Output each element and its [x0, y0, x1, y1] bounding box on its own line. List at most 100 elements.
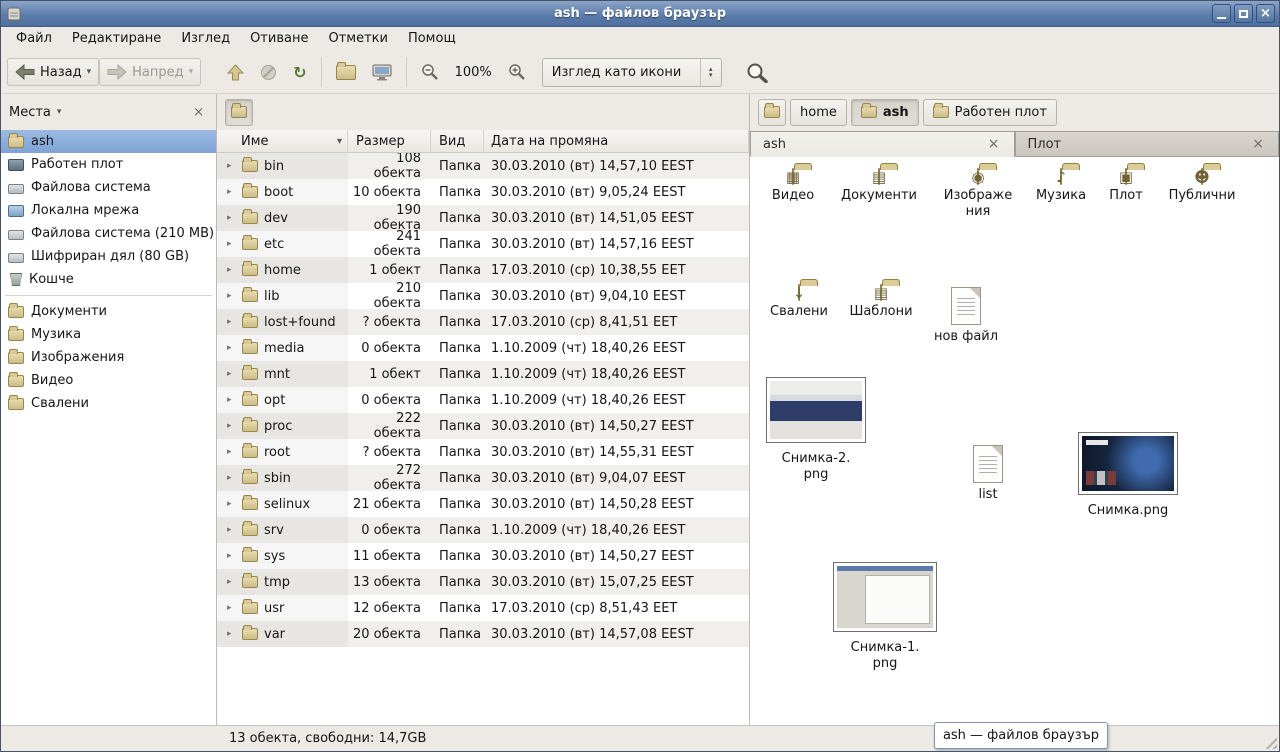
expander-icon[interactable]: [227, 499, 236, 509]
table-row[interactable]: var 20 обекта Папка 30.03.2010 (вт) 14,5…: [217, 621, 749, 647]
folder-item[interactable]: ▤ Документи: [834, 169, 924, 204]
forward-button[interactable]: Напред ▾: [99, 58, 201, 86]
expander-icon[interactable]: [227, 213, 236, 223]
image-item-snimka[interactable]: Снимка.png: [1078, 432, 1178, 519]
expander-icon[interactable]: [227, 187, 236, 197]
sidebar-bookmark-item[interactable]: Видео: [1, 369, 216, 392]
sidebar-place-item[interactable]: Работен плот: [1, 153, 216, 176]
expander-icon[interactable]: [227, 603, 236, 613]
pathbar-desktop-button[interactable]: Работен плот: [923, 99, 1057, 126]
table-row[interactable]: srv 0 обекта Папка 1.10.2009 (чт) 18,40,…: [217, 517, 749, 543]
image-item-snimka1[interactable]: Снимка-1.png: [833, 562, 937, 672]
menu-item[interactable]: Отметки: [318, 28, 397, 51]
home-button[interactable]: [328, 59, 364, 86]
tab[interactable]: Плот: [1015, 131, 1280, 157]
table-row[interactable]: sbin 272 обекта Папка 30.03.2010 (вт) 9,…: [217, 465, 749, 491]
sidebar-place-item[interactable]: Кошче: [1, 268, 216, 291]
sidebar-bookmark-item[interactable]: Документи: [1, 300, 216, 323]
icon-view-content[interactable]: ▦ Видео ▤ Документи ◉ Изображения: [750, 157, 1279, 725]
table-row[interactable]: bin 108 обекта Папка 30.03.2010 (вт) 14,…: [217, 153, 749, 179]
combo-arrows-icon[interactable]: ▴▾: [700, 59, 721, 86]
up-button[interactable]: [219, 58, 252, 87]
folder-item[interactable]: ♪ Музика: [1022, 169, 1100, 204]
stop-button[interactable]: [252, 58, 285, 87]
sidebar-bookmark-item[interactable]: Музика: [1, 323, 216, 346]
expander-icon[interactable]: [227, 317, 236, 327]
sidebar-place-item[interactable]: Файлова система: [1, 176, 216, 199]
pathbar-filesystem-button[interactable]: [758, 99, 786, 126]
table-row[interactable]: lib 210 обекта Папка 30.03.2010 (вт) 9,0…: [217, 283, 749, 309]
search-button[interactable]: [738, 56, 776, 89]
pathbar-root-button[interactable]: [225, 99, 253, 126]
table-row[interactable]: boot 10 обекта Папка 30.03.2010 (вт) 9,0…: [217, 179, 749, 205]
column-header-size[interactable]: Размер: [348, 130, 431, 153]
expander-icon[interactable]: [227, 239, 236, 249]
maximize-button[interactable]: [1234, 4, 1253, 23]
table-row[interactable]: selinux 21 обекта Папка 30.03.2010 (вт) …: [217, 491, 749, 517]
folder-item[interactable]: ▣ Плот: [1090, 169, 1162, 204]
sidebar-place-item[interactable]: Локална мрежа: [1, 199, 216, 222]
back-button[interactable]: Назад ▾: [7, 58, 99, 86]
sidebar-place-item[interactable]: ash: [1, 130, 216, 153]
table-row[interactable]: usr 12 обекта Папка 17.03.2010 (ср) 8,51…: [217, 595, 749, 621]
folder-item[interactable]: ↓ Свалени: [756, 285, 842, 320]
expander-icon[interactable]: [227, 447, 236, 457]
expander-icon[interactable]: [227, 551, 236, 561]
folder-item[interactable]: ▤ Шаблони: [838, 285, 924, 320]
table-row[interactable]: etc 241 обекта Папка 30.03.2010 (вт) 14,…: [217, 231, 749, 257]
expander-icon[interactable]: [227, 421, 236, 431]
expander-icon[interactable]: [227, 343, 236, 353]
column-header-type[interactable]: Вид: [431, 130, 484, 153]
tab-close-icon[interactable]: [1250, 136, 1266, 152]
folder-item[interactable]: ▦ Видео: [750, 169, 836, 204]
sidebar-place-item[interactable]: Файлова система (210 MB): [1, 222, 216, 245]
table-row[interactable]: opt 0 обекта Папка 1.10.2009 (чт) 18,40,…: [217, 387, 749, 413]
expander-icon[interactable]: [227, 369, 236, 379]
sidebar-bookmark-item[interactable]: Свалени: [1, 392, 216, 415]
reload-button[interactable]: ↻: [285, 57, 314, 88]
menu-item[interactable]: Редактиране: [62, 28, 171, 51]
zoom-in-button[interactable]: [500, 57, 534, 87]
resize-grip[interactable]: [1262, 734, 1277, 749]
table-row[interactable]: sys 11 обекта Папка 30.03.2010 (вт) 14,5…: [217, 543, 749, 569]
expander-icon[interactable]: [227, 525, 236, 535]
menu-item[interactable]: Помощ: [398, 28, 466, 51]
tab-close-icon[interactable]: [986, 136, 1002, 152]
file-item-list[interactable]: list: [958, 445, 1018, 503]
zoom-out-button[interactable]: [413, 57, 447, 87]
folder-item[interactable]: ☻ Публични: [1162, 169, 1242, 204]
table-row[interactable]: dev 190 обекта Папка 30.03.2010 (вт) 14,…: [217, 205, 749, 231]
expander-icon[interactable]: [227, 577, 236, 587]
table-row[interactable]: tmp 13 обекта Папка 30.03.2010 (вт) 15,0…: [217, 569, 749, 595]
sidebar-place-item[interactable]: Шифриран дял (80 GB): [1, 245, 216, 268]
table-row[interactable]: root ? обекта Папка 30.03.2010 (вт) 14,5…: [217, 439, 749, 465]
tab[interactable]: ash: [750, 131, 1015, 157]
expander-icon[interactable]: [227, 395, 236, 405]
menu-item[interactable]: Отиване: [240, 28, 318, 51]
table-row[interactable]: media 0 обекта Папка 1.10.2009 (чт) 18,4…: [217, 335, 749, 361]
view-mode-combobox[interactable]: Изглед като икони ▴▾: [542, 58, 722, 87]
column-header-date[interactable]: Дата на промяна: [484, 130, 749, 153]
new-file-item[interactable]: нов файл: [926, 287, 1006, 345]
pathbar-home-button[interactable]: home: [790, 99, 847, 126]
folder-item[interactable]: ◉ Изображения: [930, 169, 1026, 220]
computer-button[interactable]: [364, 58, 400, 87]
column-header-name[interactable]: Име ▾: [217, 130, 348, 153]
table-row[interactable]: proc 222 обекта Папка 30.03.2010 (вт) 14…: [217, 413, 749, 439]
expander-icon[interactable]: [227, 473, 236, 483]
sidebar-bookmark-item[interactable]: Изображения: [1, 346, 216, 369]
pathbar-ash-button[interactable]: ash: [851, 99, 919, 126]
back-chevron-icon[interactable]: ▾: [87, 67, 92, 77]
menu-item[interactable]: Файл: [6, 28, 62, 51]
table-row[interactable]: mnt 1 обект Папка 1.10.2009 (чт) 18,40,2…: [217, 361, 749, 387]
menu-item[interactable]: Изглед: [171, 28, 240, 51]
close-button[interactable]: ×: [1256, 4, 1275, 23]
sort-arrow-icon[interactable]: ▾: [337, 136, 342, 147]
minimize-button[interactable]: [1212, 4, 1231, 23]
titlebar[interactable]: ash — файлов браузър ×: [1, 1, 1279, 27]
expander-icon[interactable]: [227, 629, 236, 639]
expander-icon[interactable]: [227, 291, 236, 301]
table-row[interactable]: lost+found ? обекта Папка 17.03.2010 (ср…: [217, 309, 749, 335]
sidebar-close-button[interactable]: ×: [189, 103, 208, 122]
expander-icon[interactable]: [227, 161, 236, 171]
